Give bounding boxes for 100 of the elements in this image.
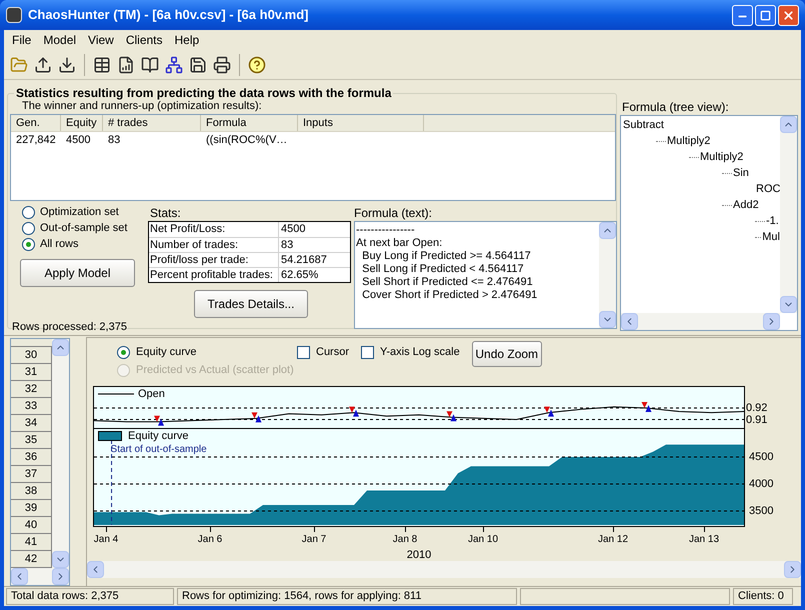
trade-marker-icon <box>446 411 456 422</box>
row-number: 33 <box>11 398 52 415</box>
axis-label: Jan 13 <box>688 534 720 545</box>
tree-item[interactable]: Mul <box>762 228 780 246</box>
apply-model-button[interactable]: Apply Model <box>20 258 135 286</box>
formula-line: Sell Long if Predicted < 4.564117 <box>361 262 525 276</box>
rows-processed-label: Rows processed: 2,375 <box>12 320 128 334</box>
tree-item[interactable]: Multiply2 <box>667 132 710 150</box>
annotation-label: Start of out-of-sample <box>110 444 207 455</box>
column-header[interactable]: Formula <box>201 115 298 131</box>
formula-line: Sell Short if Predicted <= 2.476491 <box>361 276 534 288</box>
row-number: 35 <box>11 432 52 449</box>
save-icon[interactable] <box>189 56 207 74</box>
tree-view[interactable]: Subtract Multiply2 Multiply2 Sin ROC Add2 -1. Mul <box>620 115 798 331</box>
row-number: 39 <box>11 500 52 517</box>
close-button[interactable] <box>778 4 799 26</box>
close-icon <box>782 8 795 22</box>
table-cell: Profit/loss per trade: <box>149 252 279 266</box>
row-number: 32 <box>11 381 52 398</box>
status-field: Total data rows: 2,375 <box>6 588 174 605</box>
column-header[interactable]: Gen. <box>11 115 61 131</box>
vertical-scrollbar[interactable] <box>599 222 616 328</box>
undo-zoom-button[interactable]: Undo Zoom <box>472 341 542 367</box>
row-number: 37 <box>11 466 52 483</box>
radio-label: Equity curve <box>136 344 197 360</box>
chart-icon[interactable] <box>117 56 135 74</box>
horizontal-scrollbar[interactable] <box>621 313 780 330</box>
axis-label: Jan 6 <box>198 534 222 545</box>
column-header[interactable]: # trades <box>103 115 201 131</box>
formula-line: ---------------- <box>356 224 416 236</box>
section-label: Formula (text): <box>354 204 434 220</box>
row-number: 31 <box>11 364 52 381</box>
horizontal-scrollbar[interactable] <box>87 561 801 578</box>
radio-label: Out-of-sample set <box>40 221 128 236</box>
maximize-button[interactable] <box>755 4 776 26</box>
radio-button[interactable] <box>22 238 35 251</box>
minimize-button[interactable] <box>732 4 753 26</box>
table-cell: Percent profitable trades: <box>149 268 279 282</box>
tree-item[interactable]: Sin <box>733 164 749 182</box>
axis-label: Jan 12 <box>598 534 628 545</box>
radio-button[interactable] <box>117 346 130 358</box>
axis-title: 2010 <box>406 548 432 563</box>
checkbox-label: Cursor <box>316 344 350 360</box>
legend-label: Equity curve <box>128 430 189 442</box>
tree-item[interactable]: Subtract <box>623 116 664 134</box>
checkbox[interactable] <box>361 346 374 358</box>
table-cell: Number of trades: <box>149 238 279 252</box>
row-number: 30 <box>11 347 52 364</box>
status-field: Rows for optimizing: 1564, rows for applying: 811 <box>177 588 517 605</box>
book-icon[interactable] <box>141 56 159 74</box>
checkbox[interactable] <box>297 346 310 358</box>
axis-label: Jan 10 <box>468 534 498 545</box>
table-cell-text: 4500 <box>65 132 92 148</box>
column-header[interactable]: Inputs <box>298 115 424 131</box>
formula-line: Cover Short if Predicted > 2.476491 <box>361 288 538 302</box>
vertical-scrollbar[interactable] <box>52 339 69 568</box>
trade-marker-icon <box>544 406 554 417</box>
maximize-icon <box>760 10 771 20</box>
tree-item[interactable]: -1. <box>766 212 779 230</box>
trade-marker-icon <box>642 402 652 412</box>
table-cell-text: 4500 <box>280 222 306 236</box>
axis-label: 4500 <box>749 452 774 464</box>
help-icon[interactable] <box>248 56 266 74</box>
radio-button[interactable] <box>22 206 35 219</box>
status-field: Clients: 0 <box>733 588 793 605</box>
formula-line: At next bar Open: <box>356 236 444 250</box>
table-cell-text: 54.21687 <box>280 252 328 266</box>
menu-item[interactable]: Help <box>168 31 206 49</box>
open-folder-icon[interactable] <box>10 56 28 74</box>
menu-item[interactable]: File <box>6 31 38 49</box>
radio-button[interactable] <box>22 222 35 235</box>
upload-icon[interactable] <box>34 56 52 74</box>
table-icon[interactable] <box>93 56 111 74</box>
legend-label: Open <box>138 388 165 400</box>
tree-item[interactable]: Add2 <box>733 196 759 214</box>
horizontal-scrollbar[interactable] <box>11 568 69 585</box>
menu-item[interactable]: Model <box>37 31 82 49</box>
axis-label: Jan 7 <box>302 534 326 545</box>
trades-details-button[interactable]: Trades Details... <box>194 290 308 318</box>
results-list[interactable]: Gen. Equity # trades Formula Inputs 227,842 4500 83 ((sin(ROC%(V… <box>10 114 616 200</box>
menu-item[interactable]: Clients <box>120 31 169 49</box>
table-cell: Net Profit/Loss: <box>149 222 279 236</box>
network-icon[interactable] <box>165 56 183 74</box>
radio-label: All rows <box>40 237 79 252</box>
menu-item[interactable]: View <box>82 31 120 49</box>
axis-label: Jan 4 <box>94 534 118 545</box>
row-number: 36 <box>11 449 52 466</box>
section-label: The winner and runners-up (optimization results): <box>22 100 263 113</box>
formula-text-area[interactable]: ---------------- At next bar Open: Buy Long if Predicted >= 4.564117 Sell Long if Predicted < 4.564117 Sell Short if Predicted <= 2.476491 Cover Short if Predicted > 2.476491 <box>354 220 617 328</box>
table-cell-text: 83 <box>107 132 122 148</box>
app-icon <box>6 7 22 23</box>
section-label: Formula (tree view): <box>621 100 730 115</box>
printer-icon[interactable] <box>213 56 231 74</box>
checkbox-label: Y-axis Log scale <box>380 344 460 360</box>
download-icon[interactable] <box>58 56 76 74</box>
legend-line-icon <box>98 392 134 396</box>
tree-item[interactable]: ROC <box>756 180 780 198</box>
column-header[interactable]: Equity <box>61 115 103 131</box>
tree-item[interactable]: Multiply2 <box>700 148 744 166</box>
vertical-scrollbar[interactable] <box>780 116 797 313</box>
